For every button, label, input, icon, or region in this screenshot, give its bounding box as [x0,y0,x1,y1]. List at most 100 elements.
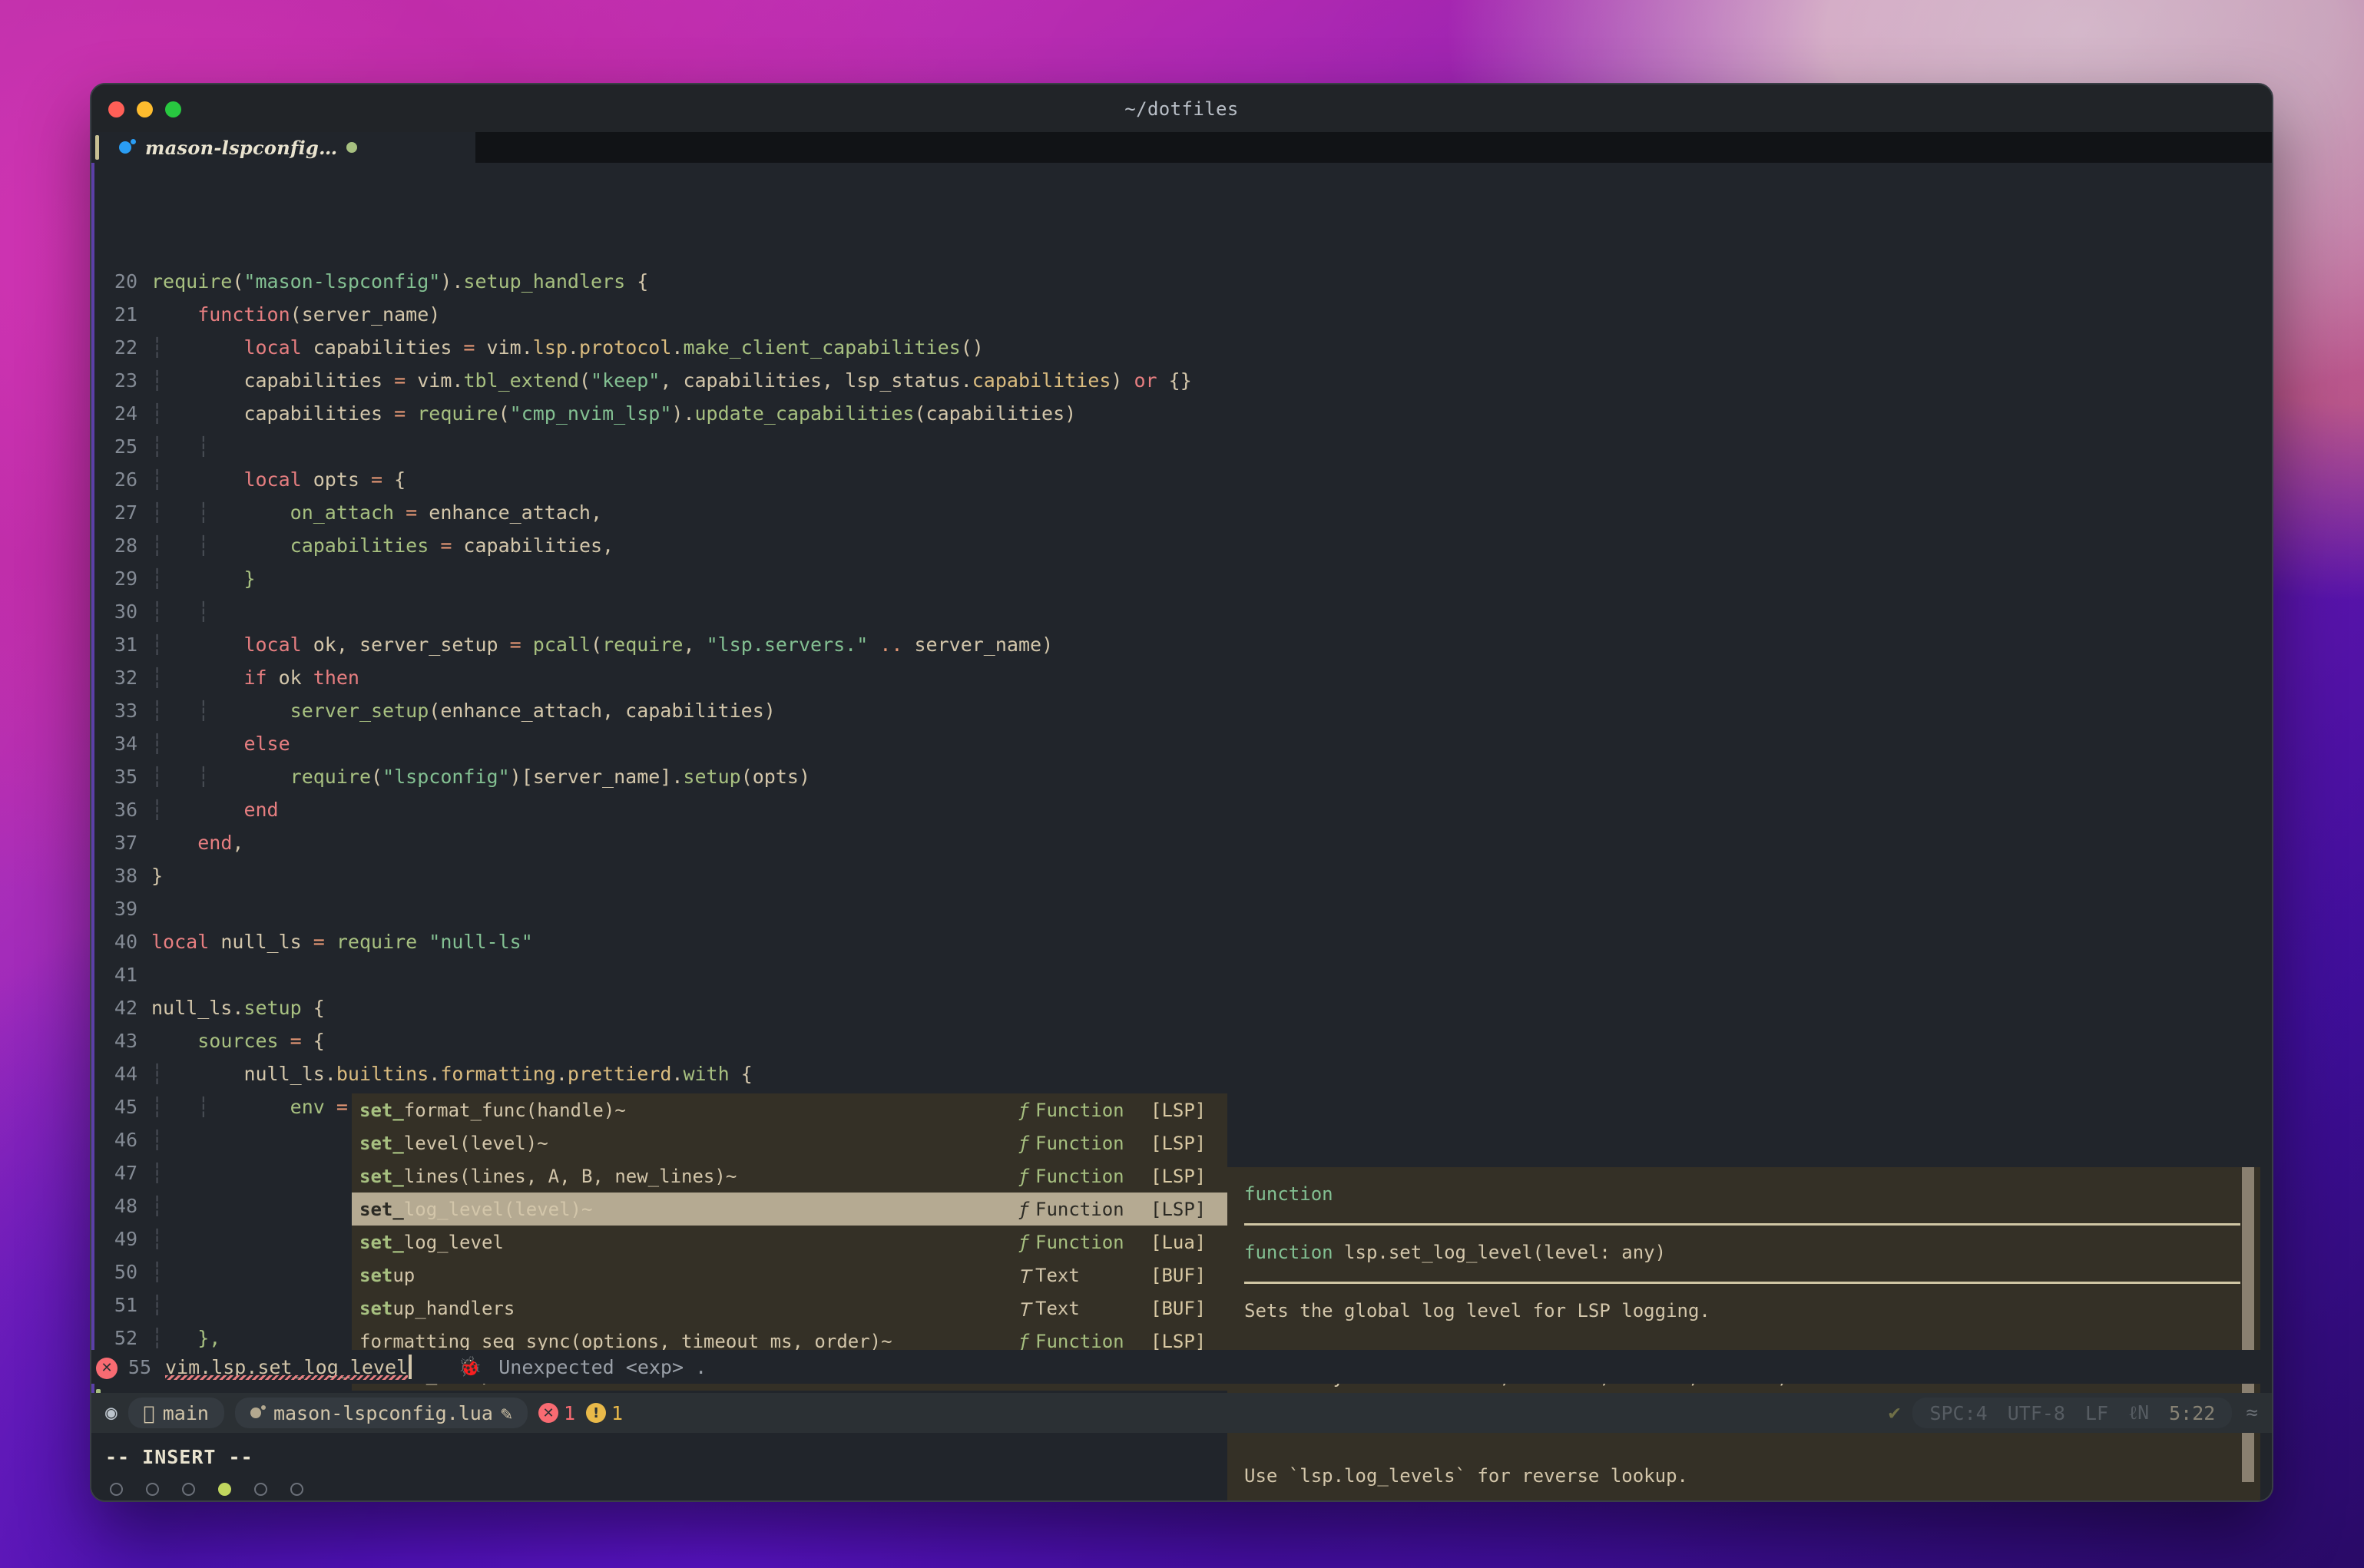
line-text: ┆ capabilities = vim.tbl_extend("keep", … [151,369,1192,392]
doc-signature: function lsp.set_log_level(level: any) [1244,1242,1667,1263]
file-info-pill[interactable]: SPC:4 UTF-8 LF ℓN 5:22 [1912,1398,2233,1428]
code-line[interactable]: 22 ┆ local capabilities = vim.lsp.protoco… [91,331,2272,364]
error-line-code[interactable]: vim.lsp.set_log_level [165,1356,409,1380]
filename-pill[interactable]: mason-lspconfig.lua ✎ [234,1398,528,1428]
completion-kind-icon: ƒ [1018,1231,1030,1253]
pager-dot[interactable] [182,1483,195,1496]
doc-paragraph: Use `lsp.log_levels` for reverse lookup. [1244,1465,1688,1487]
completion-item[interactable]: set_lines(lines, A, B, new_lines)~ ƒ Funct… [352,1159,1227,1193]
error-count-badge[interactable]: ✕ 1 [538,1402,575,1424]
completion-kind-label: Function [1035,1165,1124,1187]
pager-dot[interactable] [218,1483,231,1496]
completion-item[interactable]: setup Ｔ Text [BUF] [352,1259,1227,1292]
code-line[interactable]: 38} [91,859,2272,892]
line-text: ┆ [151,1195,198,1217]
line-number: 42 [114,997,137,1019]
line-number: 24 [114,402,137,425]
window-title: ~/dotfiles [1124,98,1239,120]
code-line[interactable]: 32 ┆ if ok then [91,661,2272,694]
gutter-accent-bar [91,163,94,1421]
line-number: 43 [114,1030,137,1052]
completion-item-label: formatting_seq_sync(options, timeout_ms,… [359,1330,892,1352]
code-line[interactable]: 25 ┆ ┆ [91,430,2272,463]
code-line[interactable]: 27 ┆ ┆ on_attach = enhance_attach, [91,496,2272,529]
line-number: 35 [114,766,137,788]
completion-kind-label: Function [1035,1231,1124,1253]
code-line[interactable]: 23 ┆ capabilities = vim.tbl_extend("keep"… [91,364,2272,397]
code-line[interactable]: 33 ┆ ┆ server_setup(enhance_attach, capab… [91,694,2272,727]
bug-icon: 🐞 [458,1355,482,1378]
line-number: 29 [114,567,137,590]
completion-documentation: function function lsp.set_log_level(leve… [1227,1167,2260,1500]
completion-item[interactable]: set_level(level)~ ƒ Function [LSP] [352,1126,1227,1159]
error-squiggle [165,1374,409,1380]
line-number: 20 [114,270,137,293]
line-text: ┆ ┆ on_attach = enhance_attach, [151,501,603,524]
code-line[interactable]: 36 ┆ end [91,793,2272,826]
code-line[interactable]: 24 ┆ capabilities = require("cmp_nvim_lsp… [91,397,2272,430]
pager-dot[interactable] [254,1483,267,1496]
completion-item[interactable]: set_log_level(level)~ ƒ Function [LSP] [352,1193,1227,1226]
code-line[interactable]: 30 ┆ ┆ [91,595,2272,628]
completion-item[interactable]: set_log_level ƒ Function [Lua] [352,1226,1227,1259]
tab-mason-lspconfig[interactable]: mason-lspconfig… [91,132,370,163]
pager-dot[interactable] [290,1483,303,1496]
line-number: 49 [114,1228,137,1250]
code-line[interactable]: 41 [91,958,2272,991]
line-number: 26 [114,468,137,491]
line-number: 23 [114,369,137,392]
diagnostic-message: Unexpected <exp> . [498,1355,707,1378]
line-number: 28 [114,534,137,557]
git-branch-pill[interactable]:  main [127,1398,224,1428]
code-line[interactable]: 21 function(server_name) [91,298,2272,331]
code-line[interactable]: 31 ┆ local ok, server_setup = pcall(requi… [91,628,2272,661]
completion-kind-icon: Ｔ [1015,1266,1033,1288]
code-line[interactable]: 42 null_ls.setup { [91,991,2272,1024]
completion-kind-icon: ƒ [1018,1165,1030,1187]
code-line[interactable]: 43 sources = { [91,1024,2272,1057]
completion-kind-icon: Ｔ [1015,1299,1033,1321]
code-line[interactable]: 39 [91,892,2272,925]
pager-dot[interactable] [110,1483,123,1496]
code-line[interactable]: 34 ┆ else [91,727,2272,760]
completion-item-label: setup_handlers [359,1297,515,1319]
line-text: ┆ else [151,733,290,755]
code-line[interactable]: 20 require("mason-lspconfig").setup_handl… [91,265,2272,298]
code-line[interactable]: 28 ┆ ┆ capabilities = capabilities, [91,529,2272,562]
code-line[interactable]: 37 end, [91,826,2272,859]
warning-count-badge[interactable]: ! 1 [586,1402,623,1424]
line-text: null_ls.setup { [151,997,325,1019]
line-text: function(server_name) [197,303,441,326]
line-text: require("mason-lspconfig").setup_handler… [151,270,649,293]
line-number: 51 [114,1294,137,1316]
line-number: 31 [114,633,137,656]
completion-menu[interactable]: set_format_func(handle)~ ƒ Function [LSP] se… [352,1093,1227,1391]
completion-item[interactable]: setup_handlers Ｔ Text [BUF] [352,1292,1227,1325]
terminal-window: ~/dotfiles mason-lspconfig… 20 require("m… [90,83,2273,1502]
code-line[interactable]: 26 ┆ local opts = { [91,463,2272,496]
line-text: end, [197,832,244,854]
warning-icon: ! [586,1403,607,1423]
wind-icon: ≈ [2246,1401,2258,1424]
completion-item[interactable]: set_format_func(handle)~ ƒ Function [LSP] [352,1093,1227,1126]
code-line[interactable]: 29 ┆ } [91,562,2272,595]
line-text: ┆ ┆ [151,600,244,623]
line-number: 37 [114,832,137,854]
line-number: 38 [114,865,137,887]
completion-source-label: [LSP] [1151,1099,1207,1121]
warning-count: 1 [599,1401,623,1424]
doc-scrollbar[interactable] [2242,1167,2254,1482]
code-line[interactable]: 40 local null_ls = require "null-ls" [91,925,2272,958]
line-number: 44 [114,1063,137,1085]
line-text: ┆ } [151,567,256,590]
line-number: 40 [114,931,137,953]
lua-moon-icon [119,139,136,156]
code-line[interactable]: 44 ┆ null_ls.builtins.formatting.prettier… [91,1057,2272,1090]
pager-dots[interactable] [110,1483,303,1496]
line-number: 46 [114,1129,137,1151]
line-text: ┆ if ok then [151,667,359,689]
line-number: 39 [114,898,137,920]
pager-dot[interactable] [146,1483,159,1496]
tabline: mason-lspconfig… [91,132,2272,163]
code-line[interactable]: 35 ┆ ┆ require("lspconfig")[server_name].… [91,760,2272,793]
